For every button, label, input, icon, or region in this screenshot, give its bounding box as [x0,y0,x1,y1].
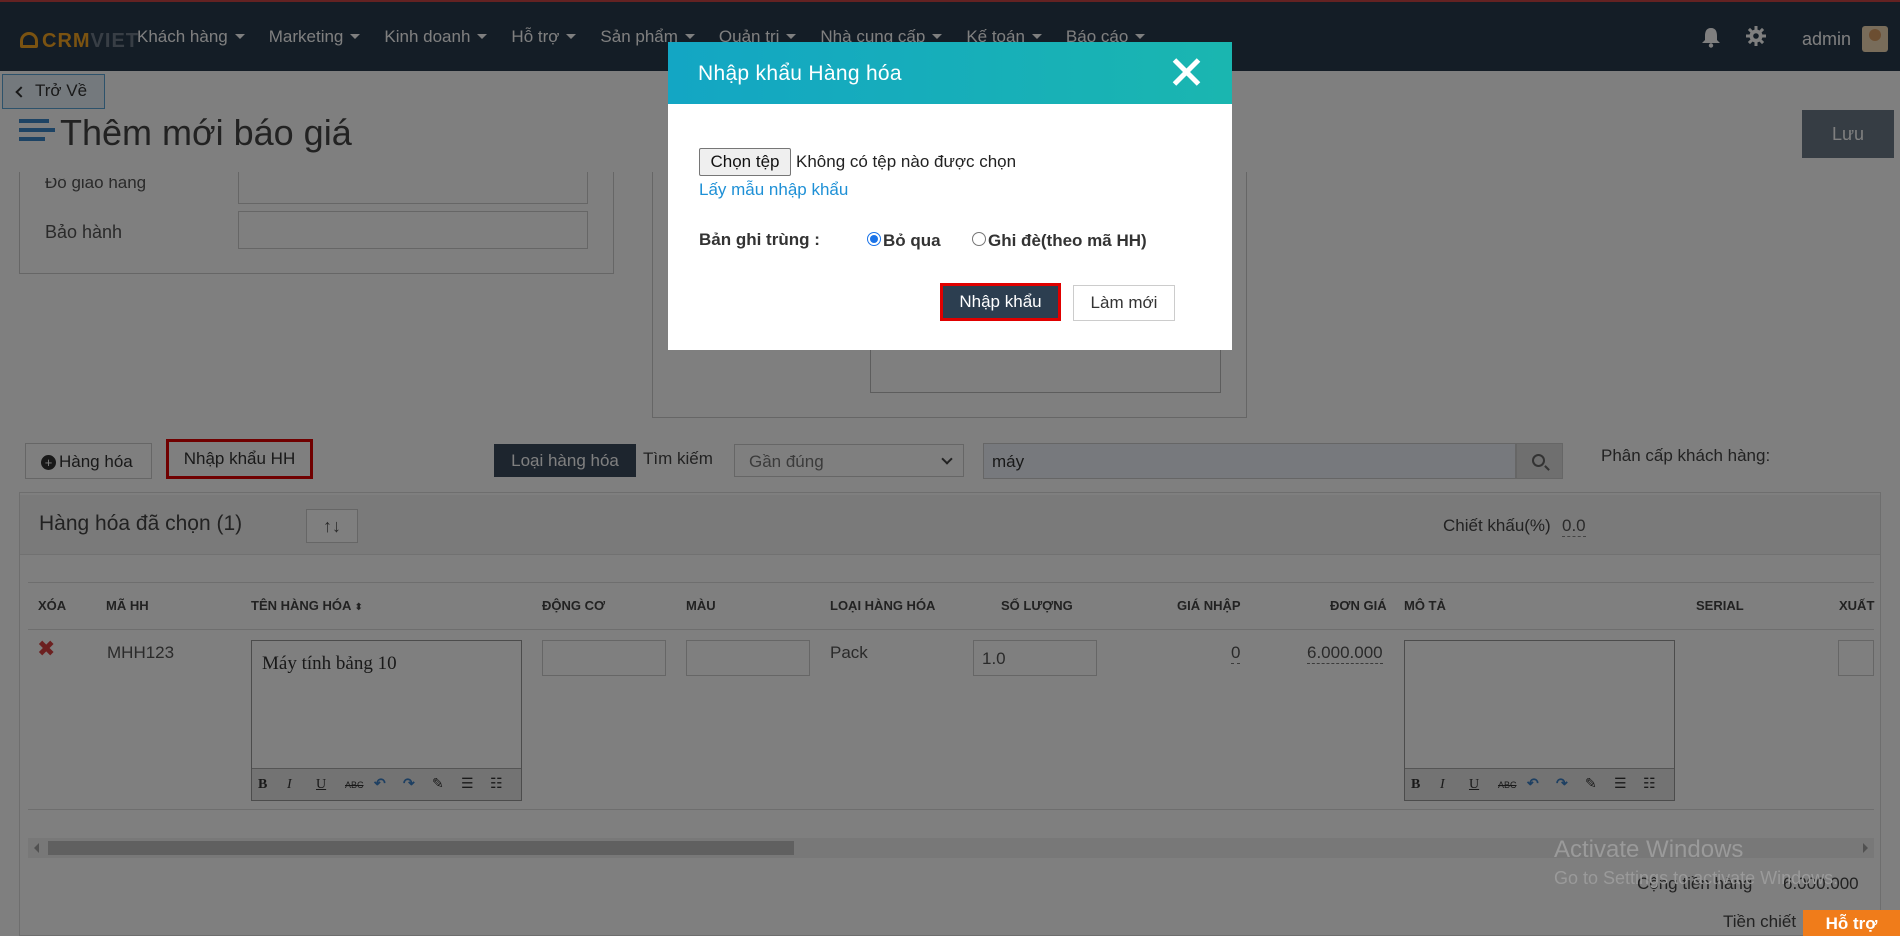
modal-header: Nhập khẩu Hàng hóa [668,42,1232,104]
sample-template-link[interactable]: Lấy mẫu nhập khẩu [699,180,848,200]
overwrite-radio-label[interactable]: Ghi đè(theo mã HH) [988,231,1147,251]
modal-title: Nhập khẩu Hàng hóa [698,62,902,85]
close-icon[interactable] [1170,56,1202,88]
choose-file-button[interactable]: Chọn tệp [699,148,791,176]
import-button[interactable]: Nhập khẩu [940,283,1061,321]
file-status: Không có tệp nào được chọn [796,152,1017,171]
duplicate-records-label: Bản ghi trùng : [699,230,820,249]
reset-button[interactable]: Làm mới [1073,285,1175,321]
overwrite-radio[interactable] [972,232,986,246]
help-button[interactable]: Hỗ trợ [1803,910,1900,936]
activation-watermark-text: Go to Settings to activate Windows. [1554,868,1839,888]
import-goods-modal: Nhập khẩu Hàng hóa Chọn tệp Không có tệp… [668,42,1232,350]
skip-radio-label[interactable]: Bỏ qua [883,231,941,251]
skip-radio[interactable] [867,232,881,246]
activation-watermark-title: Activate Windows [1554,836,1744,863]
